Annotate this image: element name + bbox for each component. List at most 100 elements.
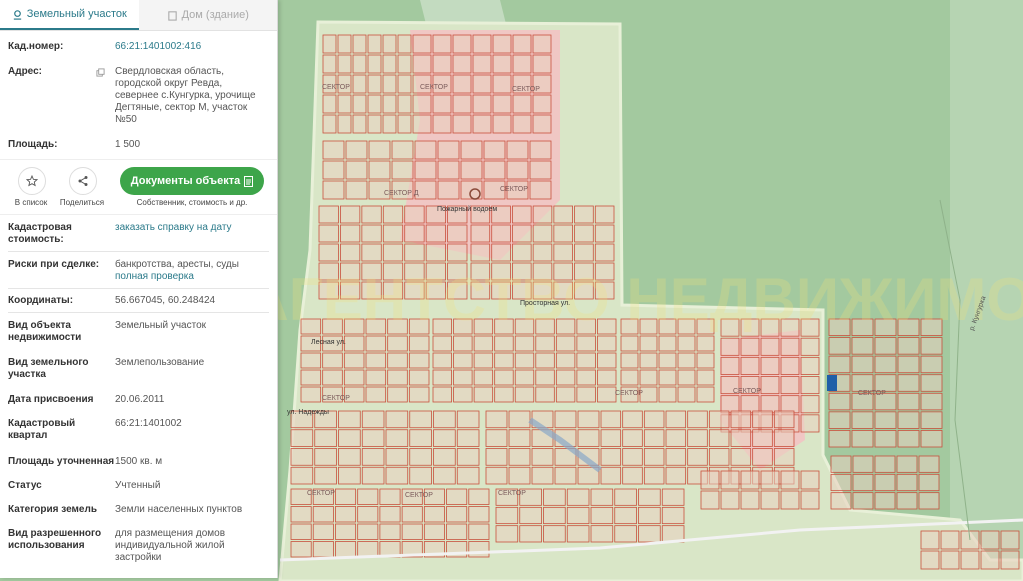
land-plot[interactable] <box>472 54 492 74</box>
land-plot[interactable] <box>352 114 367 134</box>
land-plot[interactable] <box>740 356 760 375</box>
land-plot[interactable] <box>408 386 430 403</box>
land-plot[interactable] <box>529 160 552 180</box>
land-plot[interactable] <box>512 205 532 224</box>
land-plot[interactable] <box>553 243 573 262</box>
land-plot[interactable] <box>752 429 773 447</box>
land-plot[interactable] <box>340 224 361 243</box>
land-plot[interactable] <box>367 74 382 94</box>
land-plot[interactable] <box>472 74 492 94</box>
land-plot[interactable] <box>472 34 492 54</box>
land-plot[interactable] <box>412 114 432 134</box>
land-plot[interactable] <box>677 335 696 352</box>
land-plot[interactable] <box>492 94 512 114</box>
land-plot[interactable] <box>361 224 382 243</box>
land-plot[interactable] <box>920 355 943 374</box>
land-plot[interactable] <box>828 411 851 429</box>
land-plot[interactable] <box>980 530 1000 550</box>
land-plot[interactable] <box>357 523 379 540</box>
land-plot[interactable] <box>852 473 874 492</box>
land-plot[interactable] <box>696 335 715 352</box>
land-plot[interactable] <box>473 369 494 386</box>
land-plot[interactable] <box>382 205 404 224</box>
land-plot[interactable] <box>740 490 760 510</box>
land-plot[interactable] <box>851 411 874 429</box>
land-plot[interactable] <box>638 506 661 525</box>
land-plot[interactable] <box>491 224 511 243</box>
land-plot[interactable] <box>594 205 615 224</box>
land-plot[interactable] <box>543 506 566 525</box>
land-plot[interactable] <box>290 506 312 523</box>
land-plot[interactable] <box>361 429 385 447</box>
land-plot[interactable] <box>508 429 531 447</box>
land-plot[interactable] <box>367 34 382 54</box>
land-plot[interactable] <box>874 337 897 355</box>
land-plot[interactable] <box>361 410 385 429</box>
land-plot[interactable] <box>452 74 472 94</box>
land-plot[interactable] <box>409 410 432 429</box>
land-plot[interactable] <box>740 395 760 414</box>
land-plot[interactable] <box>720 470 740 490</box>
land-plot[interactable] <box>920 374 943 392</box>
land-plot[interactable] <box>920 530 940 550</box>
land-plot[interactable] <box>700 490 720 510</box>
land-plot[interactable] <box>290 466 314 485</box>
full-check-link[interactable]: полная проверка <box>115 271 269 283</box>
land-plot[interactable] <box>361 243 382 262</box>
land-plot[interactable] <box>432 386 452 403</box>
land-plot[interactable] <box>638 525 661 543</box>
land-plot[interactable] <box>473 335 494 352</box>
land-plot[interactable] <box>468 506 490 523</box>
land-plot[interactable] <box>338 410 361 429</box>
land-plot[interactable] <box>658 335 677 352</box>
land-plot[interactable] <box>397 114 412 134</box>
land-plot[interactable] <box>391 140 414 160</box>
land-plot[interactable] <box>338 466 361 485</box>
land-plot[interactable] <box>318 243 339 262</box>
land-plot[interactable] <box>555 335 576 352</box>
land-plot[interactable] <box>387 335 408 352</box>
land-plot[interactable] <box>643 410 665 429</box>
land-plot[interactable] <box>385 448 409 466</box>
land-plot[interactable] <box>322 140 345 160</box>
land-plot[interactable] <box>335 488 357 505</box>
land-plot[interactable] <box>780 490 800 510</box>
land-plot[interactable] <box>920 337 943 355</box>
land-plot[interactable] <box>696 386 715 403</box>
land-plot[interactable] <box>433 466 456 485</box>
land-plot[interactable] <box>874 473 896 492</box>
land-plot[interactable] <box>780 395 800 414</box>
land-plot[interactable] <box>658 352 677 369</box>
land-plot[interactable] <box>368 140 391 160</box>
land-plot[interactable] <box>643 429 665 447</box>
land-plot[interactable] <box>600 429 622 447</box>
land-plot[interactable] <box>437 160 460 180</box>
land-plot[interactable] <box>492 74 512 94</box>
land-plot[interactable] <box>730 448 752 466</box>
land-plot[interactable] <box>512 224 532 243</box>
land-plot[interactable] <box>365 352 387 369</box>
land-plot[interactable] <box>730 410 752 429</box>
land-plot[interactable] <box>473 352 494 369</box>
land-plot[interactable] <box>600 448 622 466</box>
land-plot[interactable] <box>830 455 852 473</box>
land-plot[interactable] <box>322 114 337 134</box>
land-plot[interactable] <box>920 430 943 448</box>
land-plot[interactable] <box>453 386 473 403</box>
land-plot[interactable] <box>432 34 452 54</box>
land-plot[interactable] <box>352 74 367 94</box>
land-plot[interactable] <box>532 205 553 224</box>
land-plot[interactable] <box>574 224 594 243</box>
land-plot[interactable] <box>322 34 337 54</box>
land-plot[interactable] <box>555 369 576 386</box>
land-plot[interactable] <box>345 140 368 160</box>
land-plot[interactable] <box>897 392 920 411</box>
land-plot[interactable] <box>312 506 334 523</box>
land-plot[interactable] <box>597 369 617 386</box>
land-plot[interactable] <box>318 205 339 224</box>
land-plot[interactable] <box>382 94 397 114</box>
land-plot[interactable] <box>446 523 468 540</box>
land-plot[interactable] <box>780 356 800 375</box>
land-plot[interactable] <box>760 470 780 490</box>
land-plot[interactable] <box>874 411 897 429</box>
